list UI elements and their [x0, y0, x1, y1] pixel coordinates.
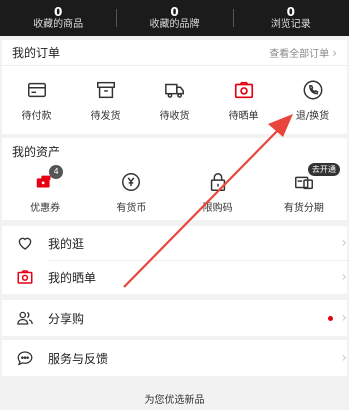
stat-label: 浏览记录	[270, 19, 311, 30]
chevron-right-icon: ›	[341, 310, 347, 326]
menu-label: 分享购	[48, 311, 85, 326]
lock-icon	[210, 172, 225, 191]
activate-pill: 去开通	[307, 162, 340, 176]
stat-label: 收藏的商品	[33, 19, 84, 30]
asset-label: 有货币	[116, 202, 147, 214]
heart-icon	[18, 237, 32, 250]
order-returns[interactable]: 退/换货	[278, 79, 347, 122]
all-orders-link[interactable]: 查看全部订单 ›	[269, 45, 337, 61]
order-label: 退/换货	[295, 110, 330, 122]
camera-icon	[17, 270, 33, 284]
asset-coins[interactable]: 有货币	[88, 171, 174, 214]
box-icon	[96, 81, 115, 98]
stat-label: 收藏的品牌	[149, 19, 200, 30]
chevron-right-icon: ›	[332, 45, 337, 60]
stats-bar: 0 收藏的商品 0 收藏的品牌 0 浏览记录	[0, 0, 349, 36]
menu-share-buy[interactable]: 分享购 ›	[2, 300, 347, 336]
order-label: 待收货	[159, 110, 190, 122]
stat-value: 0	[286, 5, 295, 19]
stat-value: 0	[53, 5, 63, 19]
order-label: 待晒单	[228, 110, 259, 122]
orders-row: 待付款 待发货 待收货 待晒单 退/换货	[2, 66, 347, 134]
orders-title: 我的订单	[12, 46, 61, 60]
order-pending-shipment[interactable]: 待发货	[71, 79, 140, 122]
chevron-right-icon: ›	[341, 350, 347, 366]
order-pending-receipt[interactable]: 待收货	[140, 79, 209, 122]
order-pending-payment[interactable]: 待付款	[2, 79, 71, 122]
menu-my-browse[interactable]: 我的逛 ›	[2, 226, 347, 260]
asset-coupons[interactable]: 4 优惠券	[2, 164, 88, 214]
notification-dot	[328, 316, 333, 321]
menu-label: 我的逛	[48, 236, 85, 251]
stat-value: 0	[170, 5, 179, 19]
truck-icon	[164, 83, 184, 98]
orders-header: 我的订单 查看全部订单 ›	[2, 40, 347, 66]
order-pending-review[interactable]: 待晒单	[209, 79, 278, 122]
asset-label: 有货分期	[283, 202, 324, 214]
assets-header: 我的资产	[2, 138, 347, 164]
menu-my-reviews[interactable]: 我的晒单 ›	[2, 260, 347, 294]
assets-row: 4 优惠券 有货币 限购码 去开通 有货分期	[2, 162, 347, 220]
order-label: 待发货	[90, 110, 121, 122]
stat-browse-history[interactable]: 0 浏览记录	[232, 0, 349, 36]
orders-card: 我的订单 查看全部订单 › 待付款 待发货 待收货 待晒单 退/换货	[2, 40, 347, 134]
asset-installment[interactable]: 去开通 有货分期	[261, 162, 347, 214]
recommend-title: 为您优选新品	[144, 395, 205, 406]
order-label: 待付款	[21, 110, 52, 122]
assets-title: 我的资产	[12, 144, 61, 159]
camera-icon	[234, 81, 253, 98]
stat-favorite-products[interactable]: 0 收藏的商品	[0, 0, 116, 36]
asset-limit-code[interactable]: 限购码	[175, 171, 261, 214]
menu-label: 我的晒单	[48, 270, 97, 285]
asset-label: 优惠券	[30, 202, 61, 214]
share-people-icon	[17, 311, 33, 325]
chat-icon	[17, 351, 33, 366]
coin-icon	[122, 172, 141, 191]
menu-service-feedback[interactable]: 服务与反馈 ›	[2, 340, 347, 376]
row-divider	[48, 260, 349, 261]
asset-label: 限购码	[202, 202, 233, 214]
coupon-count-badge: 4	[49, 164, 64, 179]
all-orders-label: 查看全部订单	[269, 49, 330, 60]
stat-favorite-brands[interactable]: 0 收藏的品牌	[116, 0, 232, 36]
menu-label: 服务与反馈	[48, 351, 109, 366]
chevron-right-icon: ›	[341, 235, 347, 251]
chevron-right-icon: ›	[341, 269, 347, 285]
wallet-icon	[27, 82, 46, 97]
assets-card: 我的资产 4 优惠券 有货币 限购码 去开通 有货分期	[2, 138, 347, 220]
phone-return-icon	[303, 80, 322, 99]
